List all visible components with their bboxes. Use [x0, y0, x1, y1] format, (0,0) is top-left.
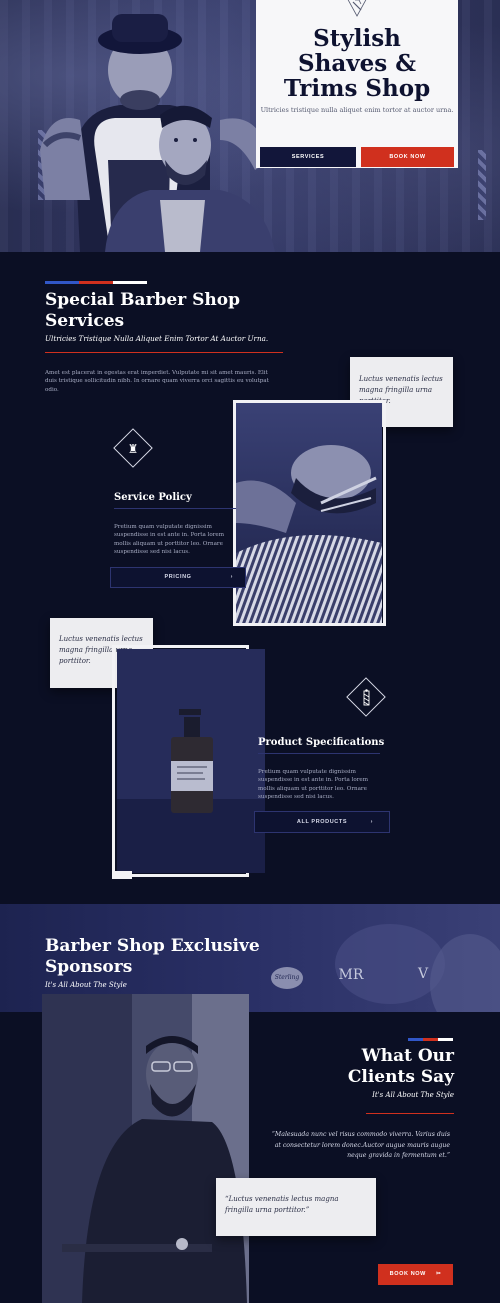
hero-barbers-image	[40, 14, 275, 252]
razor-icon	[347, 0, 367, 17]
barber-pole-icon	[363, 689, 370, 706]
services-title: Special Barber Shop Services	[45, 290, 240, 331]
hero-section: Stylish Shaves & Trims Shop Ultricies tr…	[0, 0, 500, 252]
book-now-button[interactable]: BOOK NOW	[361, 147, 454, 167]
sponsors-tagline: It's All About The Style	[45, 981, 127, 989]
beard-trim-photo	[236, 403, 382, 623]
sponsor-logo-sterling: Sterling	[271, 967, 303, 989]
services-button[interactable]: SERVICES	[260, 147, 356, 167]
policy-title: Service Policy	[114, 492, 192, 503]
quote-card: “Luctus venenatis lectus magna fringilla…	[216, 1178, 376, 1236]
divider	[366, 1113, 454, 1114]
accent-stripe-red	[79, 281, 113, 284]
testimonials-tagline: It's All About The Style	[372, 1091, 454, 1099]
pricing-button[interactable]: PRICING ›	[110, 567, 246, 588]
client-portrait-photo	[42, 994, 249, 1303]
accent-stripe-white	[113, 281, 147, 284]
product-body: Pretium quam vulputate dignissim suspend…	[258, 769, 369, 801]
policy-body: Pretium quam vulputate dignissim suspend…	[114, 524, 225, 556]
hero-title: Stylish Shaves & Trims Shop	[283, 25, 431, 102]
sponsors-background-photo	[335, 924, 500, 1012]
scissors-icon: ✂	[436, 1271, 442, 1277]
divider	[258, 753, 380, 754]
all-products-label: ALL PRODUCTS	[296, 819, 348, 825]
barber-chair-icon: ♜	[127, 442, 139, 456]
quote-text: “Luctus venenatis lectus magna fringilla…	[225, 1195, 339, 1214]
hero-subtitle: Ultricies tristique nulla aliquet enim t…	[260, 106, 454, 114]
pricing-label: PRICING	[164, 574, 192, 580]
product-title: Product Specifications	[258, 737, 385, 748]
book-now-button[interactable]: BOOK NOW ✂	[378, 1264, 453, 1285]
accent-stripe-blue	[45, 281, 79, 284]
services-body: Amet est placerat in egestas erat imperd…	[45, 370, 269, 393]
chevron-right-icon: ›	[230, 574, 233, 580]
accent-stripe-white	[438, 1038, 453, 1041]
hero-card: Stylish Shaves & Trims Shop Ultricies tr…	[256, 0, 458, 168]
divider	[114, 508, 236, 509]
sponsor-logo-v: V	[417, 966, 429, 982]
barber-pole-decor	[478, 150, 486, 220]
divider	[45, 352, 283, 353]
services-tagline: Ultricies Tristique Nulla Aliquet Enim T…	[45, 334, 269, 343]
frame-corner	[112, 871, 132, 879]
product-bottle-photo	[117, 649, 265, 873]
testimonial-quote: “Malesuada nunc vel risus commodo viverr…	[271, 1131, 450, 1159]
book-now-label: BOOK NOW	[389, 1271, 426, 1277]
testimonials-title: What Our Clients Say	[347, 1046, 454, 1087]
sponsors-title: Barber Shop Exclusive Sponsors	[45, 936, 260, 977]
all-products-button[interactable]: ALL PRODUCTS ›	[254, 811, 390, 833]
accent-stripe-red	[423, 1038, 438, 1041]
accent-stripe-blue	[408, 1038, 423, 1041]
sponsor-logo-mr: MR	[338, 967, 364, 983]
chevron-right-icon: ›	[370, 819, 373, 825]
